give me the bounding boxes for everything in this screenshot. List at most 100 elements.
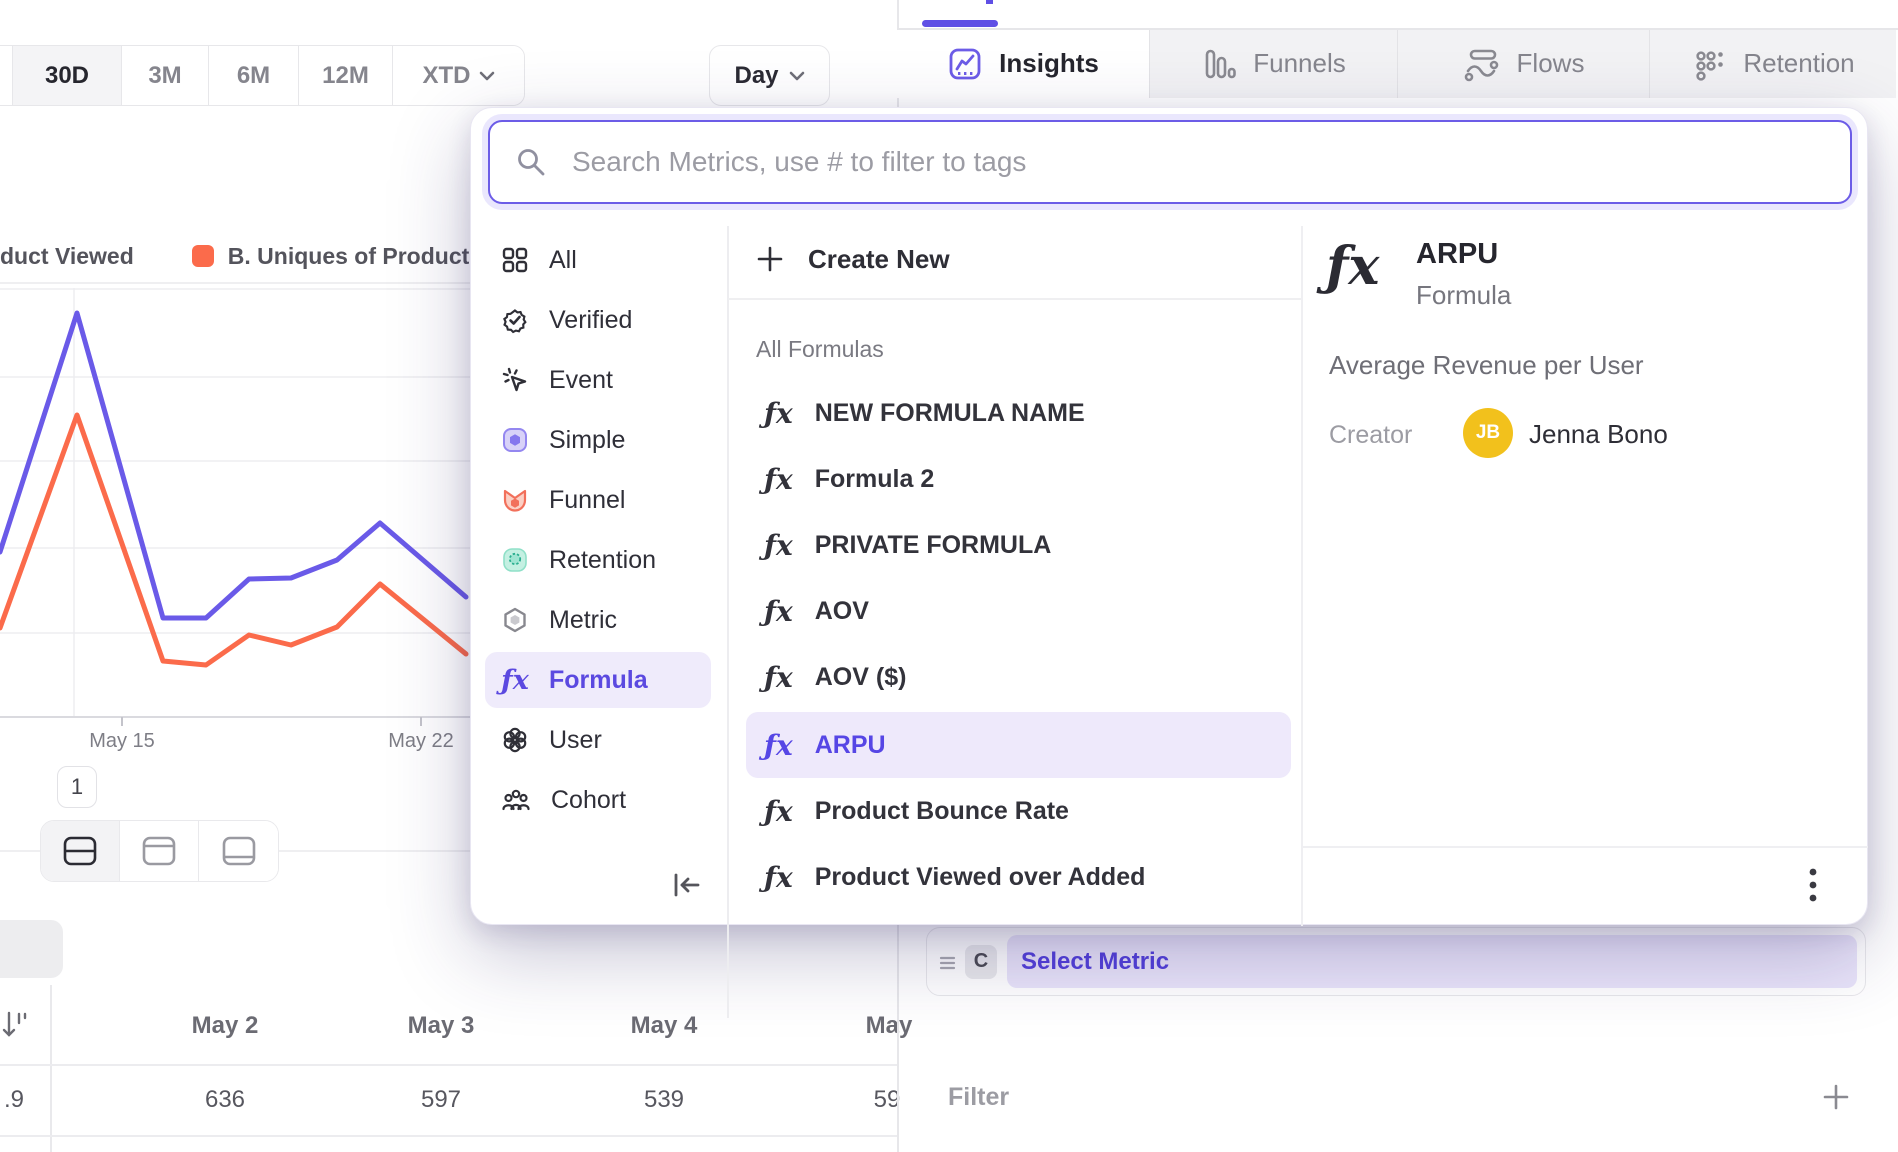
formula-item[interactable]: ƒxFormula 2	[746, 446, 1291, 512]
formula-item-selected[interactable]: ƒxARPU	[746, 712, 1291, 778]
table-header-cell[interactable]: May	[866, 1012, 913, 1040]
metric-row-letter-badge: C	[965, 945, 997, 979]
retention-dots-icon	[1691, 46, 1727, 82]
table-header-cell[interactable]: May 4	[631, 1012, 698, 1040]
formula-name: AOV	[815, 597, 869, 626]
category-label: Funnel	[549, 486, 625, 515]
category-formula[interactable]: ƒx Formula	[485, 652, 711, 708]
category-label: Event	[549, 366, 613, 395]
tab-flows[interactable]: Flows	[1398, 30, 1650, 98]
tab-label: Flows	[1517, 48, 1585, 79]
drag-handle-icon[interactable]	[939, 953, 957, 971]
category-metric[interactable]: Metric	[485, 592, 711, 648]
page-number-badge[interactable]: 1	[57, 766, 97, 808]
table-cell: 539	[644, 1086, 684, 1114]
tab-label: Insights	[999, 48, 1099, 79]
select-metric-button[interactable]: Select Metric	[1007, 935, 1857, 988]
funnels-bars-icon	[1201, 46, 1237, 82]
creator-name: Jenna Bono	[1529, 419, 1668, 450]
metric-search-input[interactable]	[570, 145, 1824, 179]
fx-icon: ƒx	[764, 795, 793, 828]
avatar-initials: JB	[1476, 422, 1500, 444]
sort-icon[interactable]	[2, 1010, 28, 1040]
formula-item[interactable]: ƒxProduct Viewed over Added	[746, 844, 1291, 910]
detail-fx-icon: ƒx	[1326, 236, 1379, 297]
tab-label: Funnels	[1253, 48, 1346, 79]
add-filter-button[interactable]	[1822, 1083, 1850, 1111]
table-header-cell[interactable]: May 3	[408, 1012, 475, 1040]
formula-item[interactable]: ƒx Product Bounce Rate	[746, 778, 1291, 844]
time-range-xtd[interactable]: XTD	[393, 46, 524, 105]
verified-badge-icon	[501, 306, 529, 334]
tab-funnels[interactable]: Funnels	[1150, 30, 1398, 98]
granularity-button[interactable]: Day	[709, 45, 830, 106]
category-cohort[interactable]: Cohort	[485, 772, 711, 828]
grid-icon	[501, 246, 529, 274]
avatar: JB	[1463, 408, 1513, 458]
time-range-30d[interactable]: 30D	[13, 46, 122, 105]
split-view-icon	[62, 836, 98, 866]
category-event[interactable]: Event	[485, 352, 711, 408]
formula-item[interactable]: ƒxAOV ($)	[746, 644, 1291, 710]
category-user[interactable]: User	[485, 712, 711, 768]
formula-name: Product Bounce Rate	[815, 797, 1069, 826]
chevron-down-icon	[789, 71, 805, 81]
category-label: Metric	[549, 606, 617, 635]
legend-series-a-label[interactable]: duct Viewed	[0, 243, 134, 270]
formula-name: AOV ($)	[815, 663, 907, 692]
x-axis-tick-label: May 22	[361, 730, 481, 753]
formula-name: PRIVATE FORMULA	[815, 531, 1052, 560]
create-new-button[interactable]: Create New	[756, 230, 950, 288]
insights-chart-icon	[947, 46, 983, 82]
time-range-label: 3M	[148, 62, 181, 90]
metric-hexagon-icon	[501, 606, 529, 634]
time-range-clipped[interactable]	[0, 46, 13, 105]
legend-series-b-swatch	[192, 245, 214, 267]
table-column-divider	[50, 985, 52, 1152]
formula-item[interactable]: ƒxAOV	[746, 578, 1291, 644]
tab-retention[interactable]: Retention	[1650, 30, 1896, 98]
detail-footer-divider	[1302, 846, 1868, 848]
fx-icon: ƒx	[764, 529, 793, 562]
category-label: Simple	[549, 426, 625, 455]
category-verified[interactable]: Verified	[485, 292, 711, 348]
layout-chart-only-button[interactable]	[120, 821, 199, 881]
table-header-cell[interactable]: May 2	[192, 1012, 259, 1040]
category-funnel[interactable]: Funnel	[485, 472, 711, 528]
collapse-sidebar-button[interactable]	[669, 868, 705, 902]
formula-name: Formula 2	[815, 465, 934, 494]
active-report-tab-indicator	[922, 20, 998, 27]
flows-icon	[1463, 46, 1501, 82]
fx-icon: ƒx	[764, 397, 793, 430]
user-flower-icon	[501, 726, 529, 754]
time-range-12m[interactable]: 12M	[299, 46, 393, 105]
row-group-handle[interactable]	[0, 920, 63, 978]
layout-split-button[interactable]	[41, 821, 120, 881]
tab-insights[interactable]: Insights	[897, 30, 1150, 98]
more-options-button[interactable]	[1806, 866, 1820, 906]
time-range-6m[interactable]: 6M	[209, 46, 299, 105]
category-simple[interactable]: Simple	[485, 412, 711, 468]
creator-label: Creator	[1329, 421, 1412, 450]
chart-line-series[interactable]	[0, 313, 466, 618]
formula-fx-icon: ƒx	[501, 665, 529, 696]
formula-item[interactable]: ƒxNEW FORMULA NAME	[746, 380, 1291, 446]
chevron-down-icon	[479, 71, 495, 81]
simple-icon	[501, 426, 529, 454]
category-all[interactable]: All	[485, 232, 711, 288]
x-axis-tick-label: May 15	[62, 730, 182, 753]
formula-item[interactable]: ƒx PRIVATE FORMULA	[746, 512, 1291, 578]
app-screen: 30D 3M 6M 12M XTD Day duct Viewed B. Uni…	[0, 0, 1898, 1152]
formulas-section-label: All Formulas	[756, 336, 884, 363]
report-tab-indicator-fragment	[986, 0, 993, 4]
metric-row-card: C Select Metric	[926, 927, 1866, 996]
formula-name: ARPU	[815, 731, 886, 760]
category-retention[interactable]: Retention	[485, 532, 711, 588]
table-cell-clipped: .9	[4, 1086, 24, 1114]
create-new-divider	[728, 298, 1301, 300]
list-divider	[1301, 226, 1303, 926]
filter-section-label: Filter	[948, 1083, 1009, 1112]
time-range-3m[interactable]: 3M	[122, 46, 209, 105]
layout-table-only-button[interactable]	[199, 821, 278, 881]
table-row-divider	[0, 1064, 897, 1066]
